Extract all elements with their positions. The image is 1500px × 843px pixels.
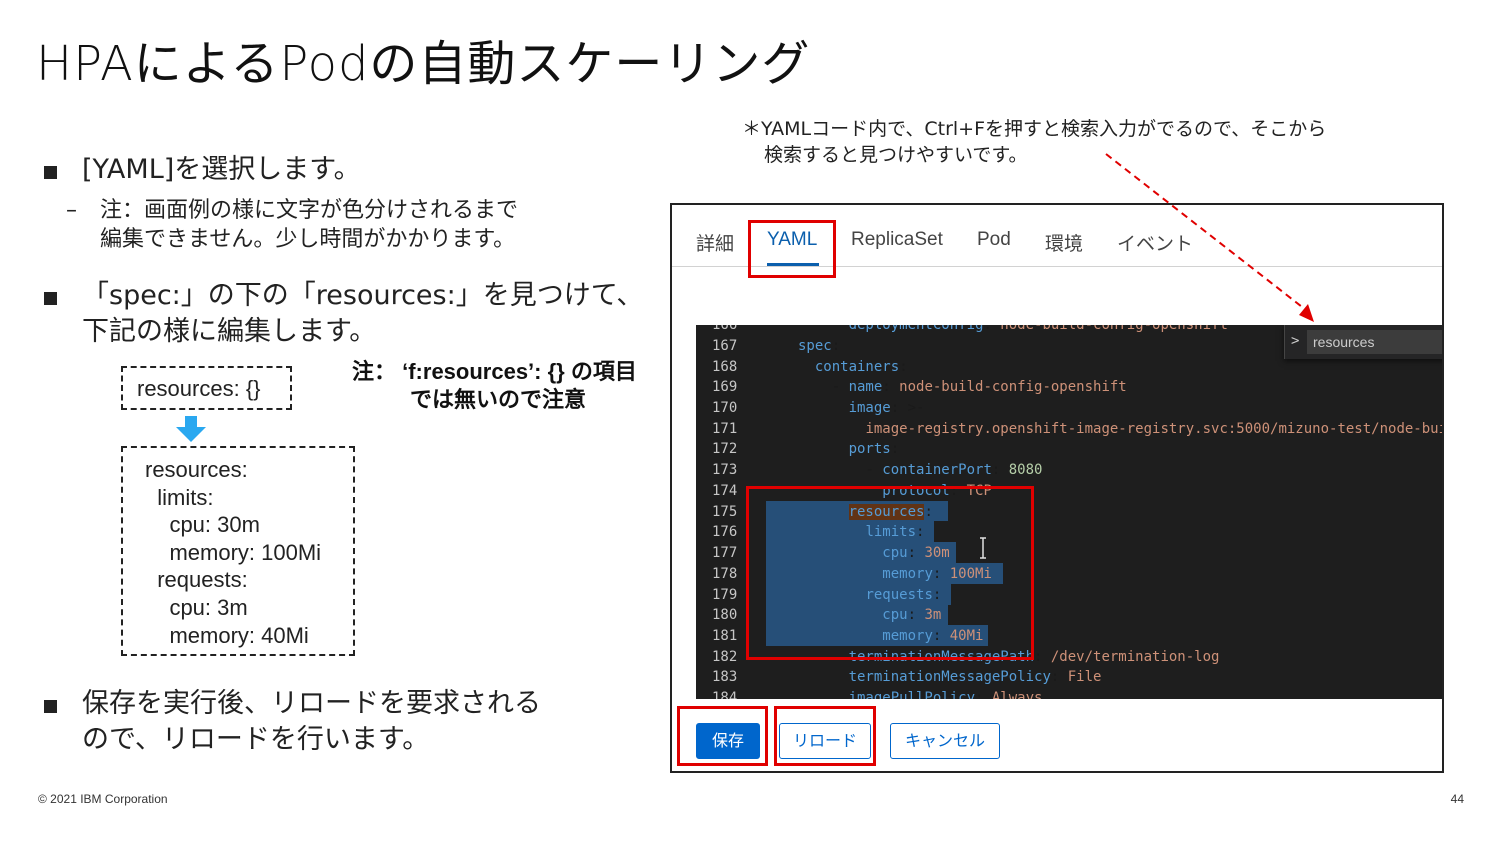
- line-number: 183: [712, 669, 738, 685]
- resources-after-line: memory: 100Mi: [145, 539, 322, 565]
- save-button-highlight: [677, 706, 768, 766]
- bullet-square-icon: [44, 292, 57, 305]
- code-line: 170 image: >-: [696, 400, 1442, 421]
- code-text: imagePullPolicy: Always: [848, 690, 1043, 699]
- sub-bullet-line2: 編集できません。少し時間がかかります。: [100, 227, 516, 252]
- bullet-square-icon: [44, 700, 57, 713]
- yaml-tab-highlight: [748, 220, 836, 278]
- resources-before-box: resources: {}: [121, 366, 292, 410]
- note-line2: では無いので注意: [410, 387, 587, 412]
- line-number: 169: [712, 379, 738, 395]
- line-number: 166: [712, 325, 738, 333]
- copyright: © 2021 IBM Corporation: [38, 792, 168, 806]
- bullet-select-yaml: [YAML]を選択します。: [44, 152, 361, 188]
- code-text: terminationMessagePolicy: File: [848, 669, 1102, 685]
- line-number: 177: [712, 545, 738, 561]
- line-number: 172: [712, 441, 738, 457]
- pointer-arrow-icon: [1105, 153, 1314, 322]
- search-input[interactable]: resources: [1307, 330, 1442, 354]
- code-text: - name: node-build-config-openshift: [798, 379, 1127, 395]
- note-line1: 注： ‘f:resources’: {} の項目: [352, 359, 637, 384]
- chevron-right-icon[interactable]: >: [1291, 333, 1299, 349]
- resources-before-text: resources: {}: [137, 376, 261, 401]
- code-text: ports:: [848, 441, 900, 457]
- line-number: 180: [712, 607, 738, 623]
- sub-bullet-line1: 注：画面例の様に文字が色分けされるまで: [100, 198, 519, 223]
- tab-details[interactable]: 詳細: [696, 229, 734, 256]
- line-number: 179: [712, 587, 738, 603]
- resources-after-box: resources: limits: cpu: 30m memory: 100M…: [121, 446, 355, 656]
- code-line: 172 ports:: [696, 441, 1442, 462]
- code-line: 169 - name: node-build-config-openshift: [696, 379, 1442, 400]
- find-widget[interactable]: > resources: [1284, 325, 1442, 359]
- resources-after-line: limits:: [145, 484, 214, 510]
- code-text: containers:: [814, 359, 908, 375]
- line-number: 181: [712, 628, 738, 644]
- line-number: 175: [712, 504, 738, 520]
- dash-icon: –: [66, 198, 77, 223]
- bullet-find-resources: 「spec:」の下の「resources:」を見つけて、 下記の様に編集します。: [44, 278, 643, 350]
- resources-warning-note: 注： ‘f:resources’: {} の項目 では無いので注意: [352, 358, 637, 414]
- code-line: 183 terminationMessagePolicy: File: [696, 669, 1442, 690]
- sub-bullet-note: – 注：画面例の様に文字が色分けされるまで 編集できません。少し時間がかかります…: [66, 196, 518, 254]
- resources-after-line: memory: 40Mi: [145, 622, 309, 648]
- bullet-line1: 「spec:」の下の「resources:」を見つけて、: [82, 280, 644, 311]
- line-number: 168: [712, 359, 738, 375]
- line-number: 182: [712, 649, 738, 665]
- bullet-save-reload: 保存を実行後、リロードを要求される ので、リロードを行います。: [44, 686, 541, 758]
- resources-after-line: cpu: 3m: [145, 594, 248, 620]
- bullet-line1: 保存を実行後、リロードを要求される: [82, 688, 541, 719]
- tab-environment[interactable]: 環境: [1045, 229, 1083, 256]
- line-number: 178: [712, 566, 738, 582]
- resources-after-line: cpu: 30m: [145, 512, 260, 538]
- line-number: 170: [712, 400, 738, 416]
- line-number: 176: [712, 524, 738, 540]
- bullet-line2: ので、リロードを行います。: [82, 724, 430, 755]
- code-text: image: >-: [848, 400, 925, 416]
- code-text: - containerPort: 8080: [798, 462, 1043, 478]
- bullet-line2: 下記の様に編集します。: [82, 316, 377, 347]
- line-number: 171: [712, 421, 738, 437]
- down-arrow-icon: [176, 416, 206, 442]
- bullet-square-icon: [44, 166, 57, 179]
- bullet-text: [YAML]を選択します。: [82, 154, 361, 185]
- code-text: image-registry.openshift-image-registry.…: [865, 421, 1444, 437]
- page-number: 44: [1450, 792, 1464, 806]
- code-line: 168 containers:: [696, 359, 1442, 380]
- code-text: spec:: [798, 338, 841, 354]
- resources-block-highlight: [746, 486, 1034, 660]
- line-number: 184: [712, 690, 738, 699]
- code-line: 184 imagePullPolicy: Always: [696, 690, 1442, 699]
- resources-after-line: resources:: [145, 457, 248, 482]
- line-number: 174: [712, 483, 738, 499]
- tab-pod[interactable]: Pod: [977, 229, 1011, 251]
- line-number: 167: [712, 338, 738, 354]
- tip-line1: ＊YAMLコード内で、Ctrl+Fを押すと検索入力がでるので、そこから: [742, 118, 1327, 140]
- line-number: 173: [712, 462, 738, 478]
- code-line: 173 - containerPort: 8080: [696, 462, 1442, 483]
- resources-after-line: requests:: [145, 567, 248, 593]
- reload-button-highlight: [774, 706, 876, 766]
- cancel-button[interactable]: キャンセル: [890, 723, 1000, 759]
- slide-title: HPAによるPodの自動スケーリング: [36, 36, 811, 92]
- tab-replicaset[interactable]: ReplicaSet: [851, 229, 943, 251]
- code-line: 171 image-registry.openshift-image-regis…: [696, 421, 1444, 442]
